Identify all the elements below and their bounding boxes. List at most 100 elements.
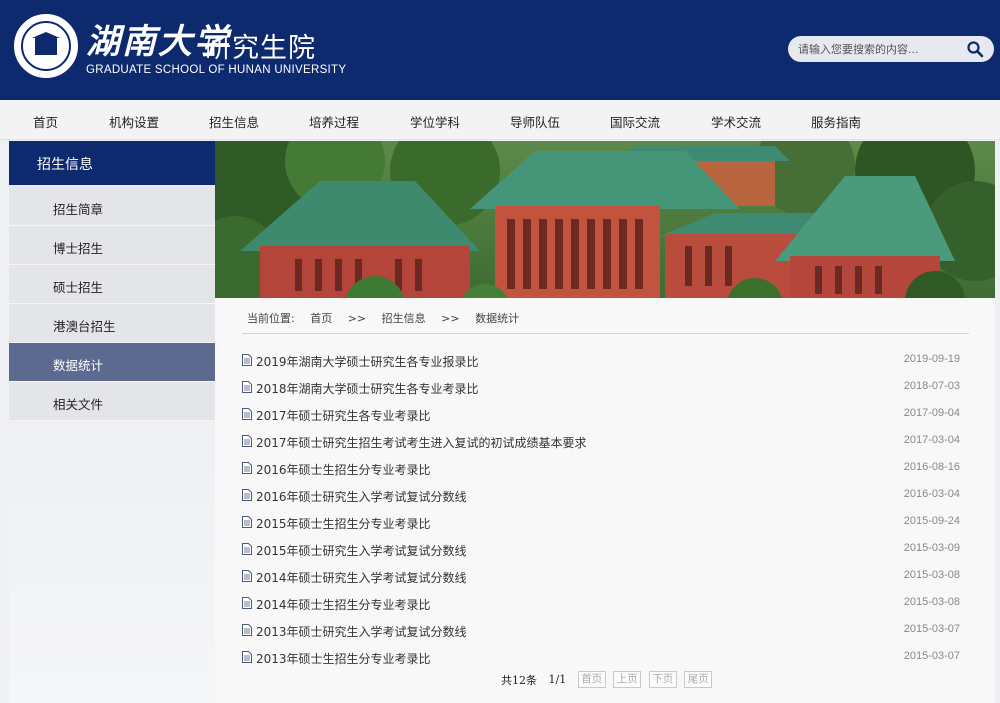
sidebar-item-label: 招生简章 [53, 202, 104, 217]
document-icon [242, 354, 252, 366]
article-row[interactable]: 2018年湖南大学硕士研究生各专业考录比 2018-07-03 [242, 378, 960, 398]
pagination: 共12条 1/1 首页 上页 下页 尾页 [501, 671, 716, 689]
article-title-link[interactable]: 2017年硕士研究生招生考试考生进入复试的初试成绩基本要求 [256, 434, 587, 451]
main-content: 当前位置: 首页 >> 招生信息 >> 数据统计 2019年湖南大学硕士研究生各… [215, 298, 995, 703]
article-title-link[interactable]: 2015年硕士研究生入学考试复试分数线 [256, 542, 467, 559]
nav-item-disciplines[interactable]: 学位学科 [410, 112, 460, 131]
article-date: 2019-09-19 [903, 353, 960, 365]
site-header: 湖南大学 研究生院 GRADUATE SCHOOL OF HUNAN UNIVE… [0, 0, 1000, 100]
sidebar-item-hk-macao-taiwan[interactable]: 港澳台招生 [9, 304, 215, 343]
sidebar-item-label: 港澳台招生 [53, 319, 116, 334]
nav-item-training[interactable]: 培养过程 [309, 112, 359, 131]
article-row[interactable]: 2015年硕士生招生分专业考录比 2015-09-24 [242, 513, 960, 533]
article-title-link[interactable]: 2018年湖南大学硕士研究生各专业考录比 [256, 380, 479, 397]
search-box [788, 36, 994, 62]
article-row[interactable]: 2017年硕士研究生招生考试考生进入复试的初试成绩基本要求 2017-03-04 [242, 432, 960, 452]
breadcrumb-home[interactable]: 首页 [310, 312, 332, 325]
pager-page: 1/1 [548, 673, 567, 686]
article-date: 2015-03-08 [903, 596, 960, 608]
article-title-link[interactable]: 2013年硕士研究生入学考试复试分数线 [256, 623, 467, 640]
nav-item-organization[interactable]: 机构设置 [109, 112, 159, 131]
article-row[interactable]: 2019年湖南大学硕士研究生各专业报录比 2019-09-19 [242, 351, 960, 371]
document-icon [242, 408, 252, 420]
nav-item-admissions[interactable]: 招生信息 [209, 112, 259, 131]
document-icon [242, 381, 252, 393]
search-input[interactable] [798, 40, 958, 58]
article-row[interactable]: 2014年硕士研究生入学考试复试分数线 2015-03-08 [242, 567, 960, 587]
article-title-link[interactable]: 2017年硕士研究生各专业考录比 [256, 407, 431, 424]
pager-total: 共12条 [501, 673, 537, 687]
breadcrumb-prefix: 当前位置: [247, 312, 295, 325]
sidebar-item-label: 相关文件 [53, 397, 104, 412]
article-row[interactable]: 2013年硕士研究生入学考试复试分数线 2015-03-07 [242, 621, 960, 641]
nav-item-home[interactable]: 首页 [33, 112, 58, 131]
article-row[interactable]: 2015年硕士研究生入学考试复试分数线 2015-03-09 [242, 540, 960, 560]
document-icon [242, 543, 252, 555]
nav-item-academic[interactable]: 学术交流 [711, 112, 761, 131]
article-title-link[interactable]: 2015年硕士生招生分专业考录比 [256, 515, 431, 532]
document-icon [242, 624, 252, 636]
document-icon [242, 516, 252, 528]
article-row[interactable]: 2016年硕士研究生入学考试复试分数线 2016-03-04 [242, 486, 960, 506]
article-date: 2015-03-07 [903, 650, 960, 662]
article-title-link[interactable]: 2013年硕士生招生分专业考录比 [256, 650, 431, 667]
article-title-link[interactable]: 2016年硕士研究生入学考试复试分数线 [256, 488, 467, 505]
document-icon [242, 435, 252, 447]
breadcrumb-admissions[interactable]: 招生信息 [382, 312, 426, 325]
document-icon [242, 462, 252, 474]
prev-page-button[interactable]: 上页 [613, 671, 642, 688]
site-title-cn: 研究生院 [204, 33, 316, 64]
sidebar-item-label: 博士招生 [53, 241, 104, 256]
sidebar-item-brochure[interactable]: 招生简章 [9, 187, 215, 226]
article-row[interactable]: 2016年硕士生招生分专业考录比 2016-08-16 [242, 459, 960, 479]
document-icon [242, 570, 252, 582]
document-icon [242, 651, 252, 663]
sidebar-item-documents[interactable]: 相关文件 [9, 382, 215, 421]
article-date: 2016-03-04 [903, 488, 960, 500]
sidebar-item-label: 硕士招生 [53, 280, 104, 295]
article-title-link[interactable]: 2016年硕士生招生分专业考录比 [256, 461, 431, 478]
divider [242, 333, 969, 334]
breadcrumb-separator: >> [347, 312, 367, 325]
search-icon[interactable] [966, 40, 984, 58]
breadcrumb-separator: >> [441, 312, 460, 325]
seal-building-icon [35, 37, 57, 55]
article-date: 2017-03-04 [903, 434, 960, 446]
first-page-button[interactable]: 首页 [577, 671, 606, 688]
document-icon [242, 489, 252, 501]
article-title-link[interactable]: 2019年湖南大学硕士研究生各专业报录比 [256, 353, 479, 370]
article-date: 2016-08-16 [903, 461, 960, 473]
sidebar-title: 招生信息 [9, 141, 215, 185]
last-page-button[interactable]: 尾页 [684, 671, 713, 688]
breadcrumb: 当前位置: 首页 >> 招生信息 >> 数据统计 [247, 310, 531, 326]
article-date: 2015-03-07 [903, 623, 960, 635]
sidebar-item-label: 数据统计 [53, 358, 104, 373]
nav-item-international[interactable]: 国际交流 [610, 112, 660, 131]
article-date: 2015-03-08 [903, 569, 960, 581]
article-title-link[interactable]: 2014年硕士研究生入学考试复试分数线 [256, 569, 467, 586]
sidebar-item-statistics[interactable]: 数据统计 [9, 343, 215, 382]
sidebar-item-masters[interactable]: 硕士招生 [9, 265, 215, 304]
campus-banner-image [215, 141, 995, 298]
next-page-button[interactable]: 下页 [648, 671, 677, 688]
article-date: 2017-09-04 [903, 407, 960, 419]
article-row[interactable]: 2017年硕士研究生各专业考录比 2017-09-04 [242, 405, 960, 425]
breadcrumb-current: 数据统计 [475, 312, 520, 325]
university-seal-logo[interactable] [14, 14, 78, 78]
main-nav: 首页 机构设置 招生信息 培养过程 学位学科 导师队伍 国际交流 学术交流 服务… [0, 100, 1000, 140]
nav-item-supervisors[interactable]: 导师队伍 [510, 112, 560, 131]
article-title-link[interactable]: 2014年硕士生招生分专业考录比 [256, 596, 431, 613]
sidebar: 招生信息 招生简章 博士招生 硕士招生 港澳台招生 数据统计 相关文件 [9, 141, 215, 703]
article-date: 2015-09-24 [903, 515, 960, 527]
seal-ring [21, 21, 71, 71]
nav-item-services[interactable]: 服务指南 [811, 112, 861, 131]
article-date: 2015-03-09 [903, 542, 960, 554]
sidebar-item-doctoral[interactable]: 博士招生 [9, 226, 215, 265]
site-title-en: GRADUATE SCHOOL OF HUNAN UNIVERSITY [86, 64, 347, 76]
article-row[interactable]: 2013年硕士生招生分专业考录比 2015-03-07 [242, 648, 960, 668]
document-icon [242, 597, 252, 609]
article-date: 2018-07-03 [903, 380, 960, 392]
campus-illustration [215, 141, 995, 298]
article-row[interactable]: 2014年硕士生招生分专业考录比 2015-03-08 [242, 594, 960, 614]
sidebar-title-label: 招生信息 [37, 157, 93, 173]
